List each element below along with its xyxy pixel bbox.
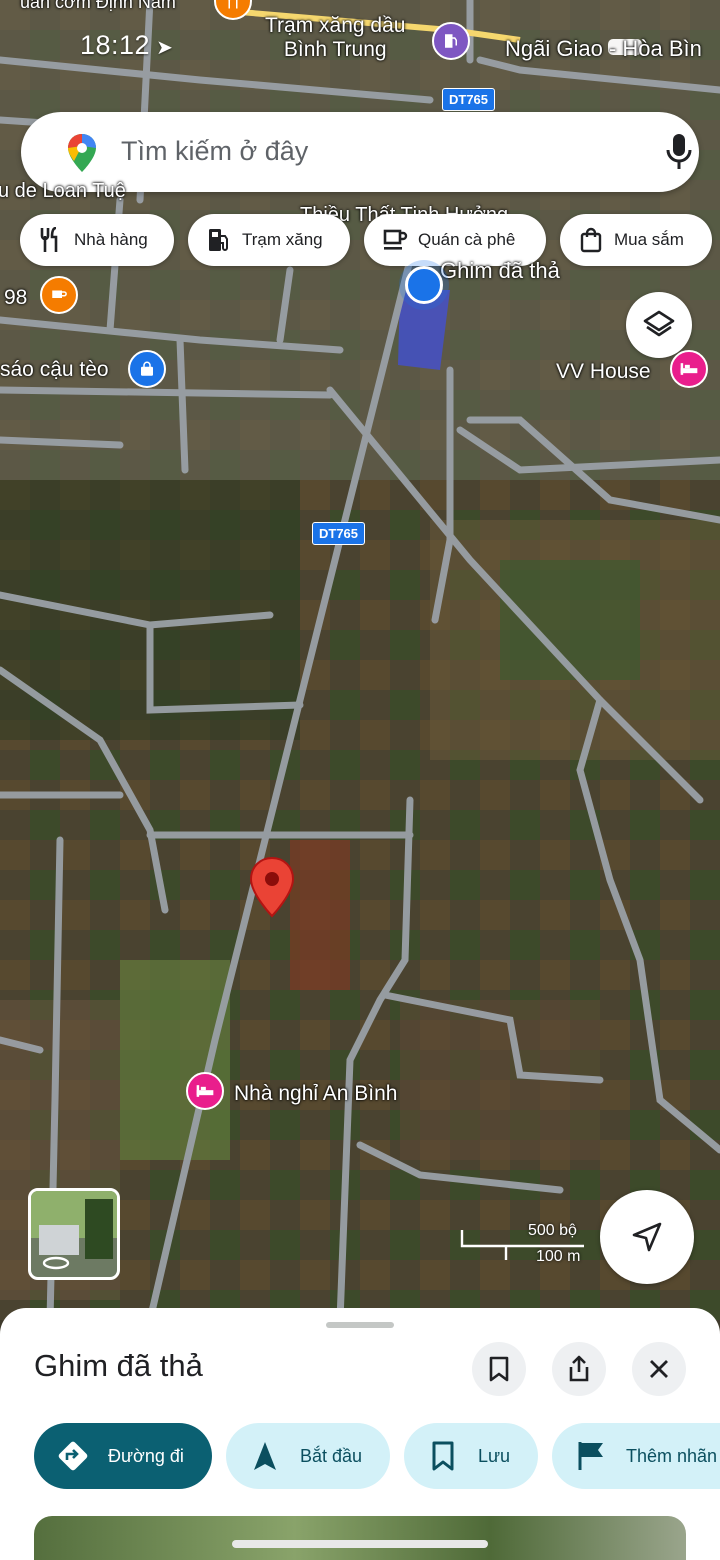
add-label-text: Thêm nhãn bbox=[626, 1445, 718, 1466]
map-label-gas-station[interactable]: Trạm xăng dầu Bình Trung bbox=[265, 14, 405, 62]
save-action-button[interactable]: Lưu bbox=[404, 1423, 538, 1489]
bookmark-icon bbox=[426, 1439, 460, 1473]
close-button[interactable] bbox=[632, 1342, 686, 1396]
save-label: Lưu bbox=[478, 1445, 511, 1466]
directions-label: Đường đi bbox=[108, 1445, 184, 1466]
layers-button[interactable] bbox=[626, 292, 692, 358]
gas-pump-icon bbox=[204, 225, 234, 255]
status-bar: 18:12 ➤ bbox=[80, 30, 173, 61]
directions-button[interactable]: Đường đi bbox=[34, 1423, 212, 1489]
google-maps-logo-icon bbox=[68, 134, 96, 172]
street-view-thumbnail[interactable] bbox=[28, 1188, 120, 1280]
hotel-poi-icon[interactable] bbox=[670, 350, 708, 388]
layers-icon bbox=[643, 310, 675, 337]
coffee-cup-icon bbox=[380, 225, 410, 255]
share-icon bbox=[569, 1355, 589, 1382]
microphone-icon[interactable] bbox=[665, 132, 693, 172]
rotate-360-icon bbox=[42, 1256, 70, 1270]
chip-restaurants[interactable]: Nhà hàng bbox=[20, 214, 174, 266]
chip-label: Trạm xăng bbox=[242, 230, 323, 249]
road-shield-middle: DT765 bbox=[312, 522, 366, 545]
flag-icon bbox=[574, 1439, 608, 1473]
map-label-road[interactable]: Ngãi Giao - Hòa Bìn bbox=[505, 36, 702, 62]
directions-icon bbox=[56, 1439, 90, 1473]
map-label-restaurant-top[interactable]: uán cơm Định Nam bbox=[20, 0, 176, 13]
dropped-pin-marker-icon[interactable] bbox=[248, 856, 296, 920]
map-label-shop[interactable]: sáo cậu tèo bbox=[0, 358, 109, 382]
chip-gas-stations[interactable]: Trạm xăng bbox=[188, 214, 350, 266]
fork-knife-icon bbox=[36, 225, 66, 255]
home-indicator[interactable] bbox=[232, 1540, 488, 1548]
chip-label: Quán cà phê bbox=[418, 230, 516, 249]
start-label: Bắt đầu bbox=[300, 1445, 363, 1466]
share-button[interactable] bbox=[552, 1342, 606, 1396]
road-shield-top: DT765 bbox=[442, 88, 496, 111]
bookmark-icon bbox=[489, 1356, 509, 1382]
shop-poi-icon[interactable] bbox=[128, 350, 166, 388]
sheet-drag-handle[interactable] bbox=[326, 1322, 394, 1328]
gas-station-poi-icon[interactable] bbox=[432, 22, 470, 60]
guesthouse-poi-icon[interactable] bbox=[186, 1072, 224, 1110]
place-title: Ghim đã thả bbox=[34, 1348, 203, 1383]
place-bottom-sheet[interactable]: Ghim đã thả Đường đi Bắt đầu Lưu Thêm nh… bbox=[0, 1308, 720, 1560]
cafe-poi-icon[interactable] bbox=[40, 276, 78, 314]
shopping-bag-icon bbox=[576, 225, 606, 255]
start-button[interactable]: Bắt đầu bbox=[226, 1423, 390, 1489]
chip-label: Mua sắm bbox=[614, 230, 684, 249]
map-label-dropped-pin[interactable]: Ghim đã thả bbox=[440, 258, 560, 284]
scale-bar bbox=[460, 1230, 584, 1260]
location-arrow-icon: ➤ bbox=[156, 37, 174, 59]
chip-label: Nhà hàng bbox=[74, 230, 148, 249]
map-label-cafe[interactable]: 98 bbox=[4, 286, 27, 310]
my-location-button[interactable] bbox=[600, 1190, 694, 1284]
place-photo[interactable] bbox=[34, 1516, 686, 1560]
map-view[interactable]: 18:12 ➤ uán cơm Định Nam Trạm xăng dầu Bì… bbox=[0, 0, 720, 1320]
navigation-arrow-icon bbox=[248, 1439, 282, 1473]
status-time: 18:12 bbox=[80, 30, 151, 60]
save-button[interactable] bbox=[472, 1342, 526, 1396]
search-input[interactable]: Tìm kiếm ở đây bbox=[121, 136, 308, 167]
map-label-guesthouse[interactable]: Nhà nghỉ An Bình bbox=[234, 1082, 397, 1106]
add-label-button[interactable]: Thêm nhãn bbox=[552, 1423, 720, 1489]
close-icon bbox=[650, 1360, 668, 1378]
map-label-vv-house[interactable]: VV House bbox=[556, 360, 651, 384]
map-label-left-partial[interactable]: u de Loan Tuệ bbox=[0, 180, 126, 203]
my-location-dot bbox=[405, 266, 443, 304]
navigation-arrow-icon bbox=[632, 1222, 662, 1252]
chip-shopping[interactable]: Mua sắm bbox=[560, 214, 712, 266]
